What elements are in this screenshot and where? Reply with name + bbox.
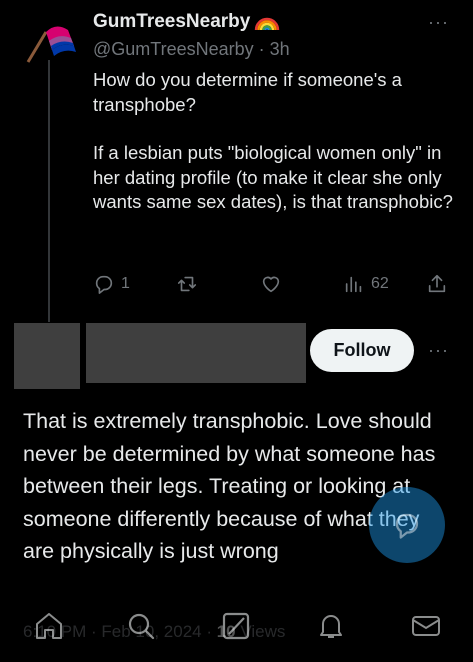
nav-messages[interactable] <box>410 610 442 642</box>
view-count: 62 <box>371 275 389 292</box>
reply-icon <box>95 275 113 294</box>
grok-icon <box>222 612 250 640</box>
thread-connector-line <box>48 60 50 322</box>
analytics-icon <box>345 276 362 293</box>
display-name[interactable]: GumTreesNearby <box>93 11 250 33</box>
messages-icon <box>412 616 440 636</box>
tweet-paragraph: How do you determine if someone's a tran… <box>93 69 402 115</box>
reply-count: 1 <box>121 275 130 292</box>
retweet-button[interactable] <box>176 273 198 295</box>
follow-button[interactable]: Follow <box>310 329 414 372</box>
compose-reply-button[interactable] <box>369 487 445 563</box>
heart-icon <box>262 276 280 293</box>
search-icon <box>128 613 155 640</box>
reply-more-button[interactable]: ··· <box>428 340 449 361</box>
avatar[interactable] <box>14 323 80 389</box>
tweet-more-button[interactable]: ··· <box>428 12 449 33</box>
handle-and-time[interactable]: @GumTreesNearby · 3h <box>93 39 290 60</box>
like-button[interactable] <box>260 273 282 295</box>
share-button[interactable] <box>426 273 448 295</box>
tweet-actions: 1 62 <box>93 273 453 297</box>
bottom-navigation <box>0 598 473 662</box>
nav-search[interactable] <box>125 610 157 642</box>
reply-button[interactable]: 1 <box>93 273 130 295</box>
nav-home[interactable] <box>33 610 65 642</box>
nav-notifications[interactable] <box>315 610 347 642</box>
nav-grok[interactable] <box>220 610 252 642</box>
retweet-icon <box>177 276 197 292</box>
views-button[interactable]: 62 <box>343 273 389 295</box>
bisexual-flag-icon[interactable] <box>24 12 76 64</box>
redacted-name <box>86 323 306 383</box>
tweet-text: How do you determine if someone's a tran… <box>93 68 453 239</box>
rainbow-icon <box>254 13 280 31</box>
tweet-header: GumTreesNearby <box>93 10 453 34</box>
notifications-icon <box>320 615 342 638</box>
share-icon <box>428 274 446 293</box>
compose-reply-icon <box>395 513 419 539</box>
tweet-paragraph: If a lesbian puts "biological women only… <box>93 142 453 212</box>
home-icon <box>36 613 62 639</box>
